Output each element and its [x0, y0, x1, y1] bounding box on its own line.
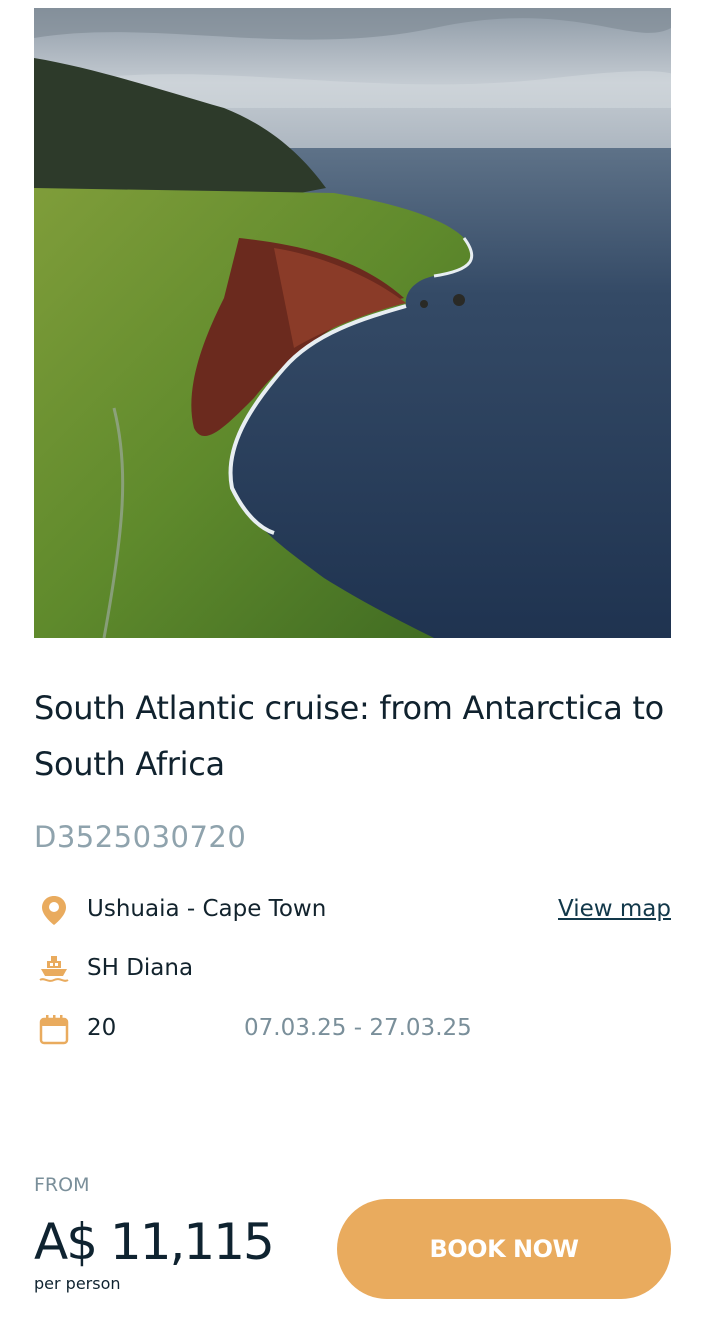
duration-row: 20 07.03.25 - 27.03.25: [34, 1009, 671, 1049]
view-map-link[interactable]: View map: [558, 896, 671, 922]
ship-icon: [39, 956, 69, 982]
cruise-code: D3525030720: [34, 820, 247, 854]
map-pin-icon: [42, 896, 66, 925]
cruise-photo: [34, 8, 671, 638]
price: A$ 11,115: [34, 1213, 275, 1271]
cruise-title[interactable]: South Atlantic cruise: from Antarctica t…: [34, 680, 671, 792]
ship-name: SH Diana: [87, 955, 194, 981]
book-now-button[interactable]: BOOK NOW: [337, 1199, 671, 1299]
from-label: FROM: [34, 1174, 90, 1196]
date-range: 07.03.25 - 27.03.25: [244, 1015, 472, 1041]
per-person-label: per person: [34, 1274, 121, 1293]
route-text: Ushuaia - Cape Town: [87, 896, 327, 922]
ship-row: SH Diana: [34, 949, 671, 989]
calendar-icon: [39, 1015, 69, 1045]
route-row: Ushuaia - Cape Town View map: [34, 890, 671, 930]
nights-count: 20: [87, 1015, 117, 1041]
